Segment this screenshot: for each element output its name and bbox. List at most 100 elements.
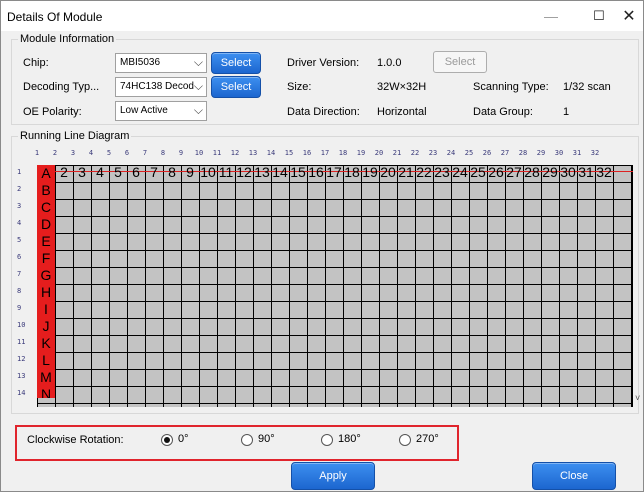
column-label: 27 [506, 164, 522, 180]
row-number: 7 [17, 270, 22, 278]
running-line-diagram-legend: Running Line Diagram [20, 130, 130, 142]
column-number: 32 [590, 149, 600, 157]
row-number: 4 [17, 219, 22, 227]
column-number: 24 [446, 149, 456, 157]
size-value: 32W×32H [377, 81, 427, 93]
oe-polarity-dropdown[interactable]: Low Active ⌵ [115, 101, 207, 121]
driver-version-label: Driver Version: [287, 57, 360, 69]
column-label: 7 [150, 164, 158, 180]
row-label: H [37, 284, 55, 301]
column-label: 29 [542, 164, 558, 180]
minimize-icon[interactable]: — [531, 1, 571, 31]
column-label: 4 [96, 164, 104, 180]
column-number: 28 [518, 149, 528, 157]
module-information-legend: Module Information [20, 33, 115, 45]
column-label: 31 [578, 164, 594, 180]
column-number: 2 [52, 149, 58, 157]
chevron-down-icon: ⌵ [193, 103, 203, 117]
column-label: 25 [470, 164, 486, 180]
chevron-down-icon: ⌵ [193, 55, 203, 69]
column-label: 8 [168, 164, 176, 180]
column-label: 18 [344, 164, 360, 180]
row-number: 5 [17, 236, 22, 244]
column-number: 27 [500, 149, 510, 157]
column-number: 23 [428, 149, 438, 157]
column-label: 23 [434, 164, 450, 180]
close-button[interactable]: Close [532, 462, 616, 490]
chip-select-button[interactable]: Select [211, 52, 261, 74]
chevron-down-icon: ⌵ [193, 79, 203, 93]
decoding-type-dropdown[interactable]: 74HC138 Decod ⌵ [115, 77, 207, 97]
close-icon[interactable]: ✕ [609, 1, 644, 31]
row-label: G [37, 267, 55, 284]
decoding-select-button[interactable]: Select [211, 76, 261, 98]
row-label: A [37, 165, 55, 182]
column-number: 15 [284, 149, 294, 157]
row-number: 14 [17, 389, 26, 397]
row-label: M [37, 369, 55, 386]
row-number: 6 [17, 253, 22, 261]
row-number: 10 [17, 321, 26, 329]
column-number: 7 [142, 149, 148, 157]
rotation-180-radio[interactable] [321, 434, 333, 446]
row-label: J [37, 318, 55, 335]
column-number: 5 [106, 149, 112, 157]
row-label: N [37, 386, 55, 398]
column-label: 13 [254, 164, 270, 180]
rotation-0-label: 0° [178, 433, 189, 445]
column-number: 17 [320, 149, 330, 157]
column-label: 32 [596, 164, 612, 180]
column-label: 19 [362, 164, 378, 180]
rotation-90-radio[interactable] [241, 434, 253, 446]
row-number: 8 [17, 287, 22, 295]
size-label: Size: [287, 81, 312, 93]
decoding-type-label: Decoding Typ... [23, 81, 100, 93]
row-label: L [37, 352, 55, 369]
row-label: K [37, 335, 55, 352]
running-line-grid[interactable] [37, 165, 633, 407]
oe-polarity-label: OE Polarity: [23, 106, 82, 118]
column-number: 19 [356, 149, 366, 157]
row-label: E [37, 233, 55, 250]
column-number: 31 [572, 149, 582, 157]
column-label: 2 [60, 164, 68, 180]
driver-select-button[interactable]: Select [433, 51, 487, 73]
row-label: I [37, 301, 55, 318]
column-label: 21 [398, 164, 414, 180]
column-label: 30 [560, 164, 576, 180]
column-label: 14 [272, 164, 288, 180]
data-direction-value: Horizontal [377, 106, 427, 118]
chip-dropdown[interactable]: MBI5036 ⌵ [115, 53, 207, 73]
row-number: 9 [17, 304, 22, 312]
data-group-value: 1 [563, 106, 570, 118]
column-number: 13 [248, 149, 258, 157]
title-bar: Details Of Module — ☐ ✕ [1, 1, 643, 31]
rotation-270-radio[interactable] [399, 434, 411, 446]
rotation-0-radio[interactable] [161, 434, 173, 446]
decoding-type-value: 74HC138 Decod [120, 81, 194, 92]
apply-button[interactable]: Apply [291, 462, 375, 490]
column-label: 12 [236, 164, 252, 180]
clockwise-rotation-label: Clockwise Rotation: [27, 434, 124, 446]
column-label: 26 [488, 164, 504, 180]
rotation-180-label: 180° [338, 433, 361, 445]
column-number: 26 [482, 149, 492, 157]
scanning-type-label: Scanning Type: [473, 81, 549, 93]
column-label: 9 [186, 164, 194, 180]
row-number: 13 [17, 372, 26, 380]
row-label: B [37, 182, 55, 199]
scroll-down-icon[interactable]: ˅ [635, 393, 640, 403]
column-label: 5 [114, 164, 122, 180]
column-label: 10 [200, 164, 216, 180]
column-number: 14 [266, 149, 276, 157]
row-label: C [37, 199, 55, 216]
column-number: 20 [374, 149, 384, 157]
row-number: 11 [17, 338, 26, 346]
column-label: 11 [218, 164, 234, 180]
chip-label: Chip: [23, 57, 49, 69]
column-label: 28 [524, 164, 540, 180]
column-number: 8 [160, 149, 166, 157]
row-number: 1 [17, 168, 22, 176]
column-label: 15 [290, 164, 306, 180]
column-number: 30 [554, 149, 564, 157]
